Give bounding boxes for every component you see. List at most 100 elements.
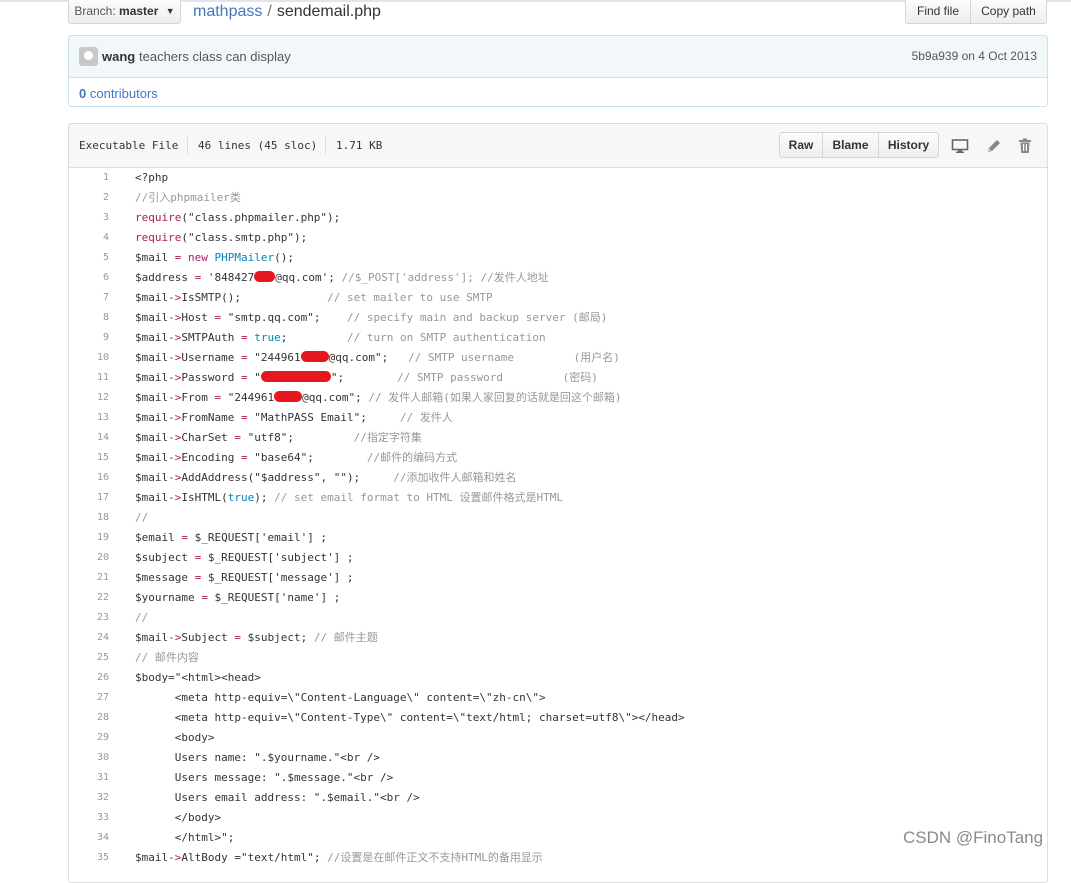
code-line: 23 //	[69, 608, 1047, 628]
line-number[interactable]: 27	[69, 688, 109, 708]
code-line: 8 $mail->Host = "smtp.qq.com"; // specify…	[69, 308, 1047, 328]
code-line: 25 // 邮件内容	[69, 648, 1047, 668]
branch-select-button[interactable]: Branch: master ▼	[68, 0, 181, 24]
line-number[interactable]: 31	[69, 768, 109, 788]
code-text: $mail = new PHPMailer();	[135, 251, 294, 264]
line-number[interactable]: 1	[69, 168, 109, 188]
code-line: 16 $mail->AddAddress("$address", ""); //添…	[69, 468, 1047, 488]
line-number[interactable]: 35	[69, 848, 109, 868]
commit-sha-date[interactable]: 5b9a939 on 4 Oct 2013	[912, 49, 1037, 63]
avatar[interactable]	[79, 47, 98, 66]
line-number[interactable]: 32	[69, 788, 109, 808]
code-text: Users message: ".$message."<br />	[135, 771, 394, 784]
divider	[325, 137, 326, 154]
line-number[interactable]: 21	[69, 568, 109, 588]
history-button[interactable]: History	[878, 132, 939, 158]
code-line: 3 require("class.phpmailer.php");	[69, 208, 1047, 228]
file-line-count: 46 lines (45 sloc)	[198, 139, 318, 152]
line-number[interactable]: 19	[69, 528, 109, 548]
line-number[interactable]: 23	[69, 608, 109, 628]
line-number[interactable]: 16	[69, 468, 109, 488]
code-text: $mail->Encoding = "base64"; //邮件的编码方式	[135, 451, 458, 464]
line-number[interactable]: 14	[69, 428, 109, 448]
code-line: 21 $message = $_REQUEST['message'] ;	[69, 568, 1047, 588]
raw-button[interactable]: Raw	[779, 132, 823, 158]
code-line: 19 $email = $_REQUEST['email'] ;	[69, 528, 1047, 548]
branch-value: master	[119, 4, 159, 18]
line-number[interactable]: 5	[69, 248, 109, 268]
redaction-mark	[300, 351, 329, 362]
blame-button[interactable]: Blame	[822, 132, 879, 158]
breadcrumb-separator: /	[267, 3, 272, 20]
copy-path-button[interactable]: Copy path	[970, 0, 1047, 24]
line-number[interactable]: 6	[69, 268, 109, 288]
pencil-icon[interactable]	[985, 137, 1003, 155]
code-line: 24 $mail->Subject = $subject; // 邮件主题	[69, 628, 1047, 648]
code-line: 6 $address = '848427 @qq.com'; //$_POST['a…	[69, 268, 1047, 288]
watermark: CSDN @FinoTang	[903, 828, 1044, 847]
code-text: $mail->AltBody ="text/html"; //设置是在邮件正文不…	[135, 851, 543, 864]
redaction-mark	[254, 271, 276, 282]
line-number[interactable]: 13	[69, 408, 109, 428]
line-number[interactable]: 22	[69, 588, 109, 608]
line-number[interactable]: 25	[69, 648, 109, 668]
line-number[interactable]: 17	[69, 488, 109, 508]
code-line: 29 <body>	[69, 728, 1047, 748]
line-number[interactable]: 24	[69, 628, 109, 648]
redaction-mark	[274, 391, 303, 402]
code-line: 1 <?php	[69, 168, 1047, 188]
code-line: 32 Users email address: ".$email."<br />	[69, 788, 1047, 808]
code-line: 11 $mail->Password = " "; // SMTP password…	[69, 368, 1047, 388]
code-line: 20 $subject = $_REQUEST['subject'] ;	[69, 548, 1047, 568]
code-line: 17 $mail->IsHTML(true); // set email form…	[69, 488, 1047, 508]
code-line: 12 $mail->From = "244961 @qq.com"; // 发件人邮…	[69, 388, 1047, 408]
line-number[interactable]: 34	[69, 828, 109, 848]
latest-commit: wang teachers class can display 5b9a939 …	[69, 36, 1047, 78]
trash-icon[interactable]	[1016, 137, 1034, 155]
line-number[interactable]: 33	[69, 808, 109, 828]
file-size: 1.71 KB	[336, 139, 383, 152]
breadcrumb-repo-link[interactable]: mathpass	[193, 3, 262, 20]
code-text: //	[135, 511, 149, 524]
contributors-link[interactable]: 0 contributors	[79, 86, 158, 101]
line-number[interactable]: 7	[69, 288, 109, 308]
line-number[interactable]: 9	[69, 328, 109, 348]
line-number[interactable]: 28	[69, 708, 109, 728]
code-text: <meta http-equiv=\"Content-Type\" conten…	[135, 711, 685, 724]
desktop-icon[interactable]	[951, 137, 969, 155]
code-text: require("class.phpmailer.php");	[135, 211, 341, 224]
code-text: $mail->IsHTML(true); // set email format…	[135, 491, 564, 504]
code-text: $mail->Username = "244961 @qq.com"; // SM…	[135, 351, 620, 364]
file-header: Executable File 46 lines (45 sloc) 1.71 …	[69, 124, 1047, 168]
code-line: 10 $mail->Username = "244961 @qq.com"; // …	[69, 348, 1047, 368]
code-line: 22 $yourname = $_REQUEST['name'] ;	[69, 588, 1047, 608]
code-text: $mail->AddAddress("$address", ""); //添加收…	[135, 471, 517, 484]
commit-message[interactable]: teachers class can display	[139, 49, 291, 64]
contributors-count: 0	[79, 86, 87, 101]
code-text: $mail->Host = "smtp.qq.com"; // specify …	[135, 311, 608, 324]
code-text: // 邮件内容	[135, 651, 199, 664]
code-text: require("class.smtp.php");	[135, 231, 308, 244]
line-number[interactable]: 18	[69, 508, 109, 528]
line-number[interactable]: 29	[69, 728, 109, 748]
chevron-down-icon: ▼	[165, 6, 175, 16]
line-number[interactable]: 10	[69, 348, 109, 368]
line-number[interactable]: 8	[69, 308, 109, 328]
line-number[interactable]: 30	[69, 748, 109, 768]
line-number[interactable]: 4	[69, 228, 109, 248]
line-number[interactable]: 3	[69, 208, 109, 228]
code-text: $subject = $_REQUEST['subject'] ;	[135, 551, 354, 564]
commit-author[interactable]: wang	[102, 49, 135, 64]
line-number[interactable]: 11	[69, 368, 109, 388]
code-line: 35 $mail->AltBody ="text/html"; //设置是在邮件正…	[69, 848, 1047, 868]
line-number[interactable]: 2	[69, 188, 109, 208]
code-line: 28 <meta http-equiv=\"Content-Type\" con…	[69, 708, 1047, 728]
line-number[interactable]: 20	[69, 548, 109, 568]
line-number[interactable]: 15	[69, 448, 109, 468]
file-viewer: Executable File 46 lines (45 sloc) 1.71 …	[68, 123, 1048, 883]
code-text: $yourname = $_REQUEST['name'] ;	[135, 591, 341, 604]
find-file-button[interactable]: Find file	[905, 0, 971, 24]
line-number[interactable]: 26	[69, 668, 109, 688]
line-number[interactable]: 12	[69, 388, 109, 408]
code-line: 15 $mail->Encoding = "base64"; //邮件的编码方式	[69, 448, 1047, 468]
